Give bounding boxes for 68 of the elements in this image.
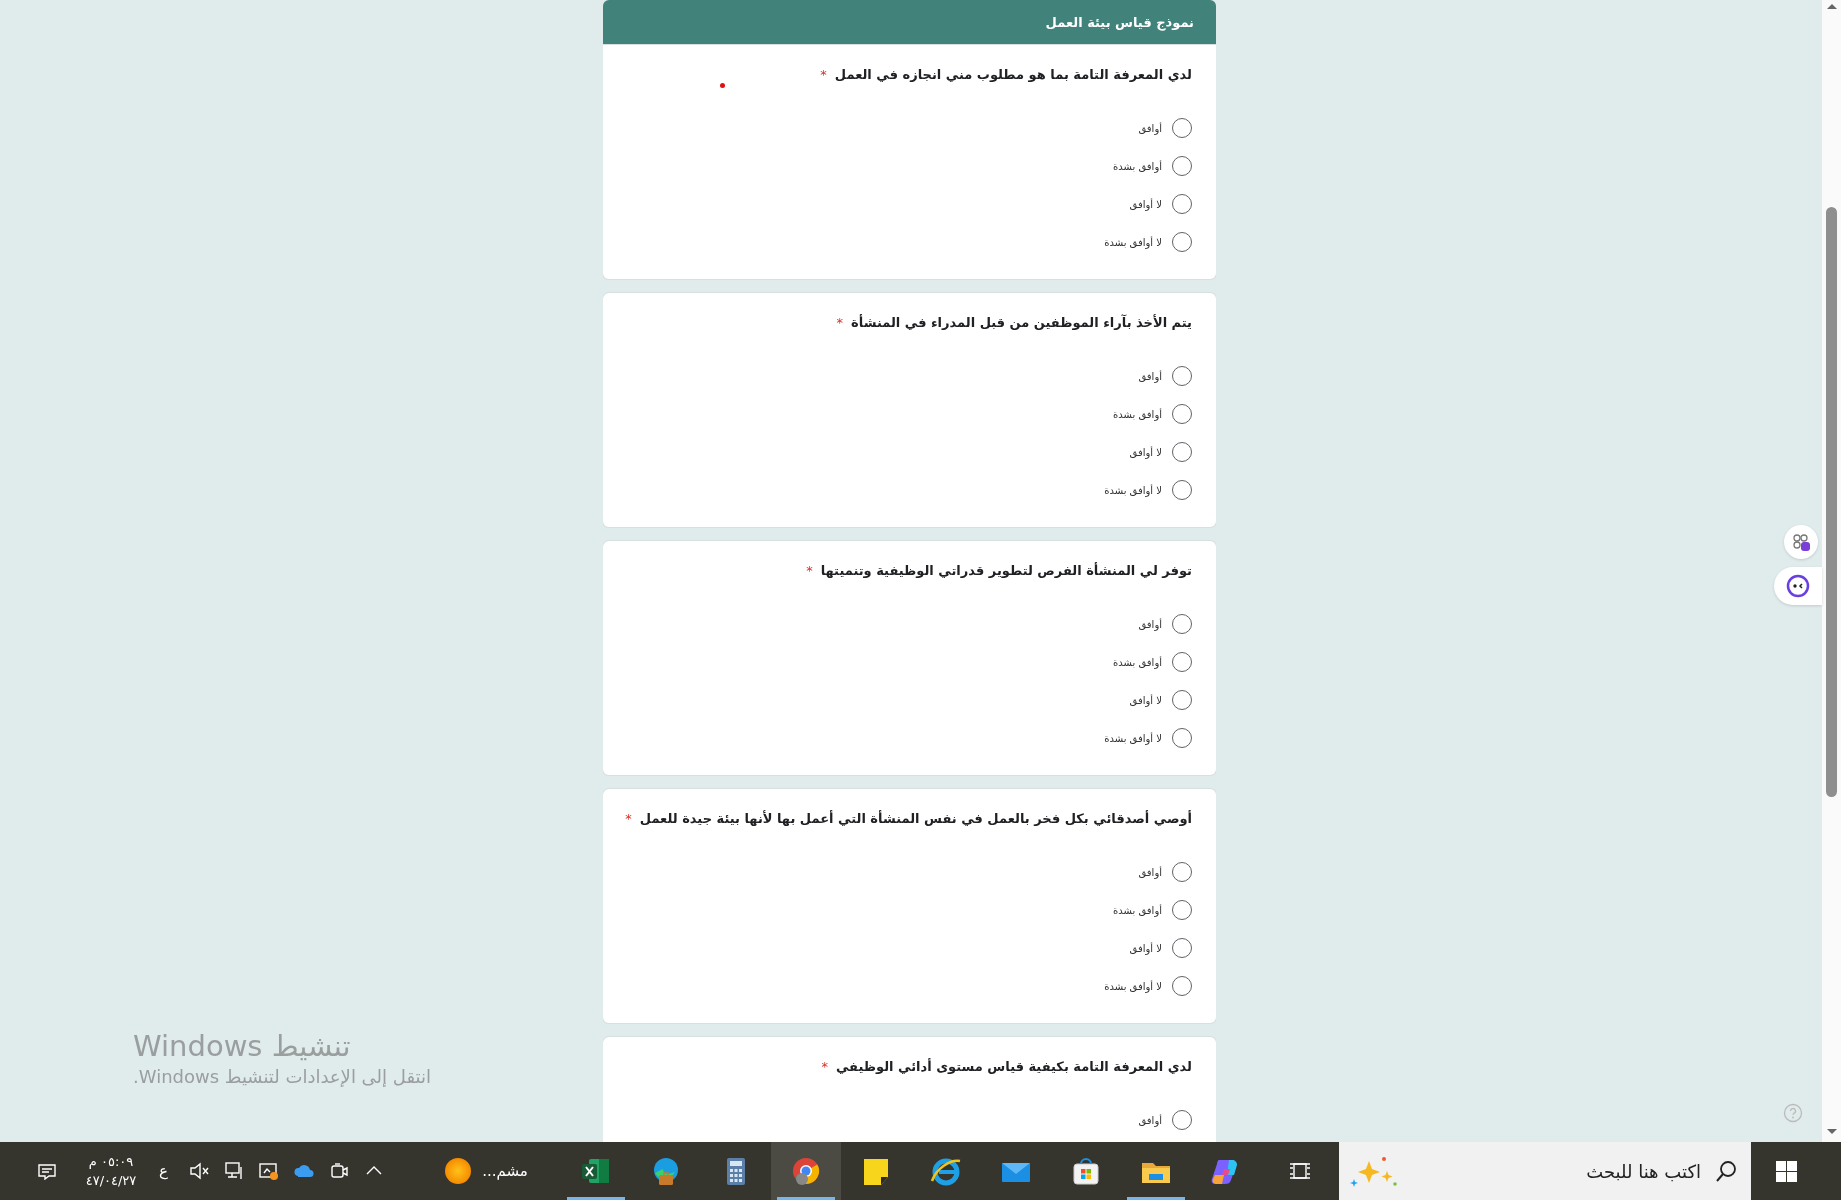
- radio-button[interactable]: [1172, 156, 1192, 176]
- option-label: لا أوافق: [1129, 198, 1162, 210]
- option-label: أوافق: [1138, 866, 1162, 878]
- form-header: نموذج قياس بيئة العمل: [603, 0, 1216, 45]
- radio-button[interactable]: [1172, 232, 1192, 252]
- sun-icon[interactable]: [444, 1157, 473, 1185]
- volume-muted-icon[interactable]: [188, 1161, 209, 1181]
- required-asterisk: *: [821, 1059, 828, 1074]
- question-text: توفر لي المنشأة الفرص لتطوير قدراتي الوظيفية وتنميتها: [820, 563, 1192, 578]
- taskbar-app-button[interactable]: [771, 1142, 841, 1200]
- radio-button[interactable]: [1172, 862, 1192, 882]
- radio-button[interactable]: [1172, 118, 1192, 138]
- option-label: أوافق: [1138, 122, 1162, 134]
- assistant-button[interactable]: [1774, 567, 1822, 605]
- radio-button[interactable]: [1172, 900, 1192, 920]
- network-icon[interactable]: [223, 1161, 244, 1181]
- question-text: لدي المعرفة التامة بكيفية قياس مستوى أدائي الوظيفي: [835, 1059, 1192, 1074]
- radio-button[interactable]: [1172, 976, 1192, 996]
- option-label: أوافق: [1138, 1114, 1162, 1126]
- clock-time[interactable]: ٠٥:٠٩ م: [88, 1152, 134, 1171]
- notification-icon[interactable]: [37, 1162, 57, 1180]
- windows-logo-icon: [1776, 1160, 1797, 1182]
- option-label: لا أوافق بشدة: [1104, 236, 1162, 248]
- option-label: أوافق بشدة: [1113, 656, 1162, 668]
- question-text: لدي المعرفة التامة بما هو مطلوب مني انجازه في العمل: [834, 67, 1192, 82]
- required-asterisk: *: [806, 563, 813, 578]
- radio-button[interactable]: [1172, 480, 1192, 500]
- radio-button[interactable]: [1172, 1110, 1192, 1130]
- radio-button[interactable]: [1172, 366, 1192, 386]
- option-label: لا أوافق: [1129, 942, 1162, 954]
- face-icon: [1786, 574, 1810, 598]
- clock-date[interactable]: ٤٧/٠٤/٢٧: [85, 1171, 137, 1190]
- question-text: يتم الأخذ بآراء الموظفين من قبل المدراء في المنشأة: [851, 315, 1192, 330]
- option-label: أوافق بشدة: [1113, 160, 1162, 172]
- radio-button[interactable]: [1172, 690, 1192, 710]
- radio-button[interactable]: [1172, 442, 1192, 462]
- required-asterisk: *: [625, 811, 632, 826]
- option-label: لا أوافق: [1129, 446, 1162, 458]
- apps-icon: [1791, 532, 1811, 552]
- option-label: أوافق بشدة: [1113, 904, 1162, 916]
- camera-icon[interactable]: [328, 1161, 349, 1181]
- option-label: لا أوافق بشدة: [1104, 980, 1162, 992]
- language-indicator[interactable]: ع: [159, 1162, 168, 1180]
- radio-button[interactable]: [1172, 404, 1192, 424]
- radio-button[interactable]: [1172, 652, 1192, 672]
- required-asterisk: *: [820, 67, 827, 82]
- display-icon[interactable]: [257, 1161, 280, 1181]
- weather-label[interactable]: مشم...: [482, 1162, 528, 1180]
- option-label: لا أوافق بشدة: [1104, 732, 1162, 744]
- activation-message: انتقل إلى الإعدادات لتنشيط Windows.: [133, 1065, 431, 1089]
- activation-title: تنشيط Windows: [133, 1028, 351, 1064]
- option-label: أوافق: [1138, 370, 1162, 382]
- option-label: لا أوافق: [1129, 694, 1162, 706]
- radio-button[interactable]: [1172, 728, 1192, 748]
- marker-dot: [720, 83, 725, 88]
- question-text: أوصي أصدقائي بكل فخر بالعمل في نفس المنشأة التي أعمل بها لأنها بيئة جيدة للعمل: [639, 811, 1192, 826]
- option-label: أوافق: [1138, 618, 1162, 630]
- scrollbar-thumb[interactable]: [1826, 207, 1837, 797]
- option-label: أوافق بشدة: [1113, 408, 1162, 420]
- required-asterisk: *: [836, 315, 844, 330]
- radio-button[interactable]: [1172, 194, 1192, 214]
- extension-button[interactable]: [1784, 525, 1818, 559]
- radio-button[interactable]: [1172, 614, 1192, 634]
- option-label: لا أوافق بشدة: [1104, 484, 1162, 496]
- search-icon: [1715, 1160, 1737, 1182]
- search-field[interactable]: اكتب هنا للبحث: [1339, 1142, 1751, 1200]
- radio-button[interactable]: [1172, 938, 1192, 958]
- task-view-icon[interactable]: [1289, 1160, 1311, 1182]
